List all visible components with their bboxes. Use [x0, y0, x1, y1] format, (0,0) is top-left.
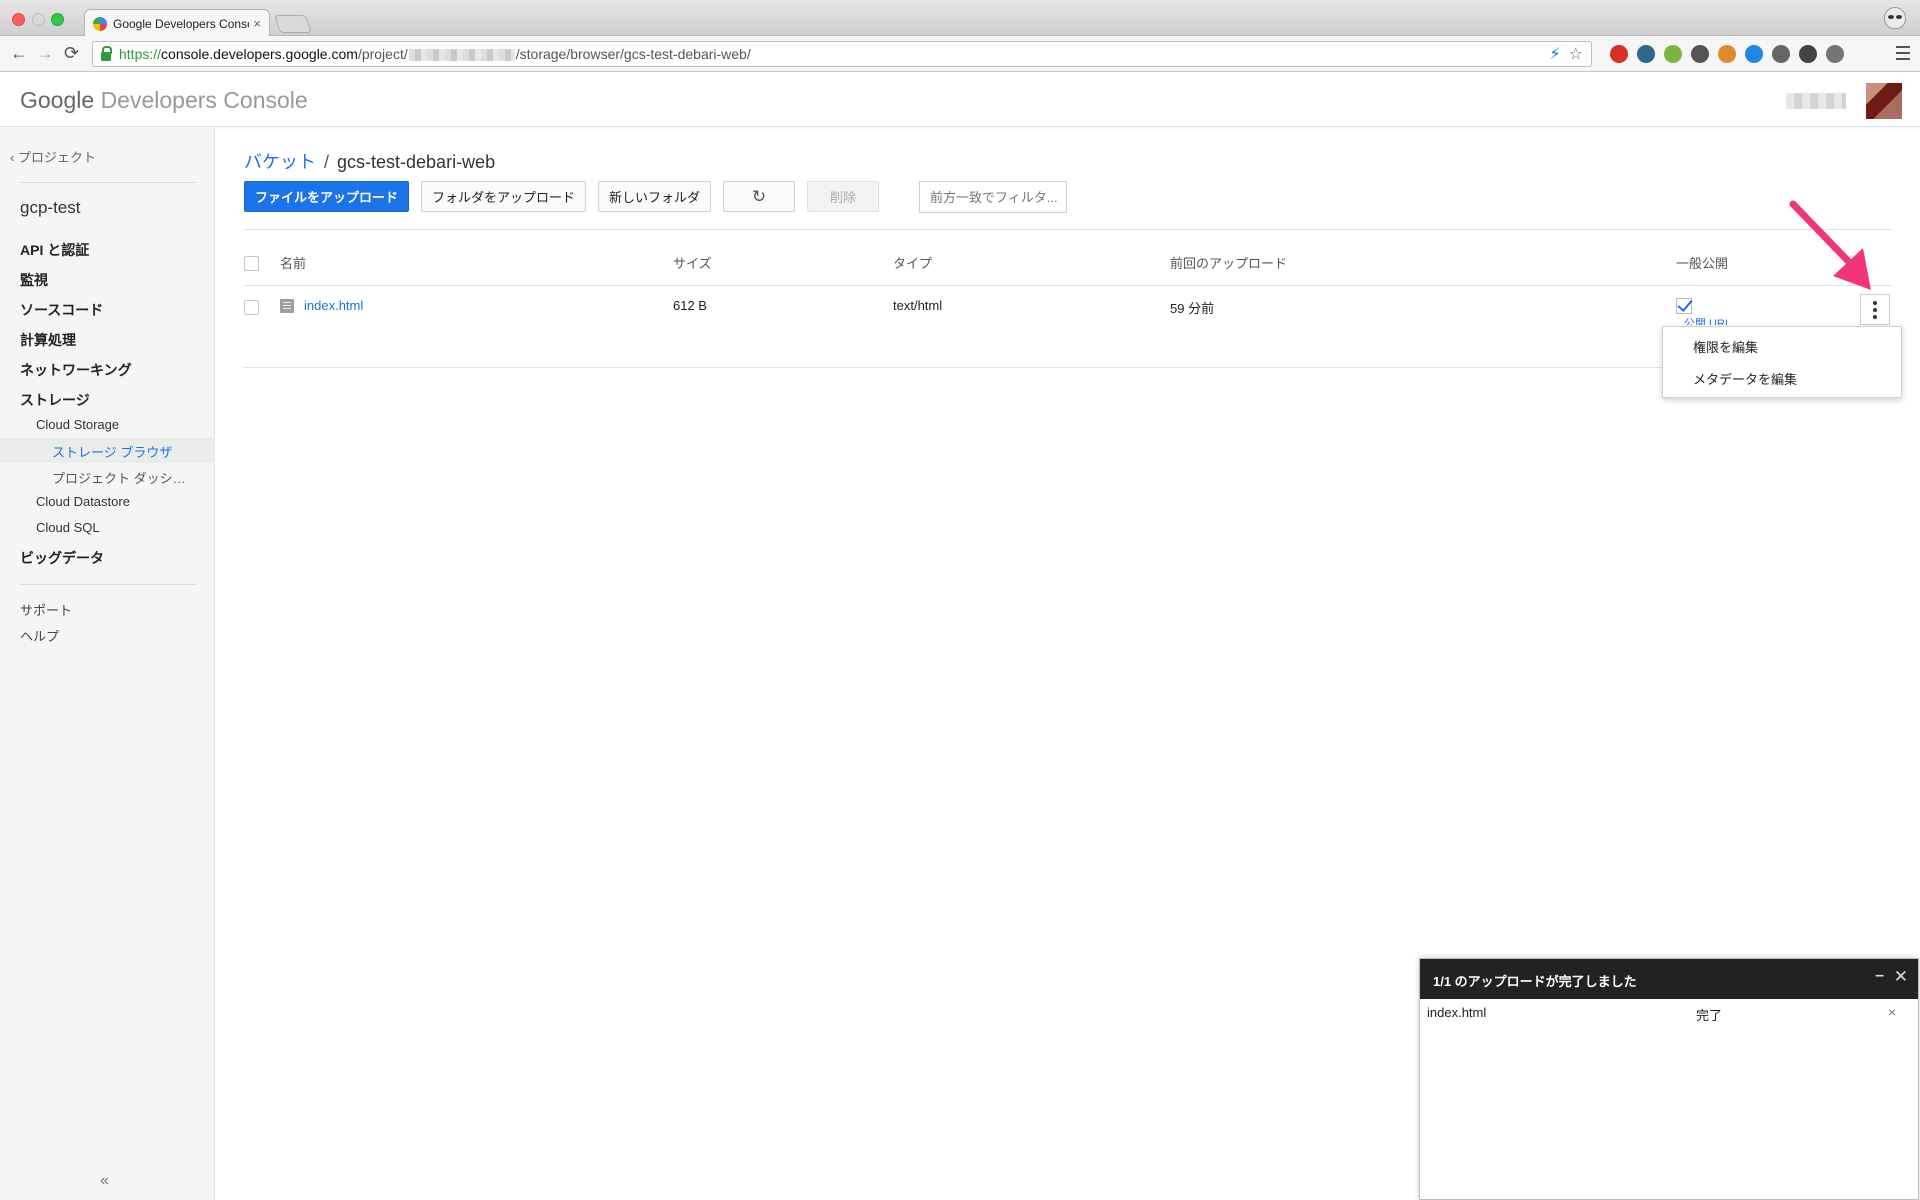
sidebar-item-storage[interactable]: ストレージ: [20, 390, 90, 410]
browser-extension-icon[interactable]: [1826, 45, 1844, 63]
column-header-public: 一般公開: [1676, 256, 1729, 271]
refresh-icon[interactable]: ↻: [723, 181, 795, 212]
browser-tab-strip: Google Developers Console ×: [0, 0, 1920, 37]
browser-extension-icon[interactable]: [1691, 45, 1709, 63]
extension-icons: [1610, 45, 1844, 63]
avatar[interactable]: [1866, 83, 1902, 119]
upload-file-name: index.html: [1427, 1005, 1487, 1020]
browser-tab[interactable]: Google Developers Console ×: [84, 9, 270, 37]
browser-extension-icon[interactable]: [1799, 45, 1817, 63]
profile-avatar-icon[interactable]: [1884, 7, 1906, 29]
sidebar-item-networking[interactable]: ネットワーキング: [20, 360, 132, 380]
upload-panel-header: 1/1 のアップロードが完了しました – ✕: [1420, 959, 1918, 999]
project-name[interactable]: gcp-test: [20, 198, 80, 218]
menu-item-edit-permissions[interactable]: 権限を編集: [1693, 337, 1758, 356]
account-area[interactable]: [1786, 83, 1902, 119]
browser-extension-icon[interactable]: [1637, 45, 1655, 63]
favicon-icon: [93, 16, 107, 31]
divider: [244, 229, 1892, 230]
menu-item-edit-metadata[interactable]: メタデータを編集: [1693, 369, 1797, 388]
divider: [244, 285, 1892, 286]
window-close-button[interactable]: [12, 13, 25, 26]
row-more-options-icon[interactable]: [1860, 294, 1890, 325]
annotation-arrow-icon: [1789, 200, 1871, 290]
divider: [20, 182, 196, 183]
select-all-checkbox[interactable]: [244, 256, 259, 271]
close-icon[interactable]: ✕: [1894, 967, 1908, 987]
sidebar-item-support[interactable]: サポート: [20, 600, 72, 619]
forward-icon[interactable]: →: [36, 44, 54, 62]
column-header-last-upload[interactable]: 前回のアップロード: [1170, 253, 1287, 272]
sidebar: ‹ プロジェクト gcp-test API と認証 監視 ソースコード 計算処理…: [0, 128, 215, 1200]
file-size: 612 B: [673, 298, 707, 313]
browser-menu-icon[interactable]: [1896, 46, 1910, 60]
app-header: Google Developers Console: [0, 73, 1920, 127]
sidebar-item-compute[interactable]: 計算処理: [20, 330, 76, 350]
file-last-upload: 59 分前: [1170, 301, 1215, 316]
bookmark-star-icon[interactable]: ☆: [1569, 44, 1583, 64]
breadcrumb-buckets-link[interactable]: バケット: [244, 152, 316, 172]
tab-title: Google Developers Console: [113, 16, 250, 31]
row-options-menu: 権限を編集 メタデータを編集: [1662, 326, 1902, 398]
remove-upload-icon[interactable]: ×: [1888, 1004, 1896, 1020]
sidebar-item-monitoring[interactable]: 監視: [20, 270, 48, 290]
sidebar-item-bigdata[interactable]: ビッグデータ: [20, 548, 104, 568]
file-name-link[interactable]: index.html: [304, 298, 363, 313]
lightning-icon[interactable]: ⚡: [1549, 44, 1560, 64]
breadcrumb-separator: /: [324, 152, 330, 172]
breadcrumb: バケット / gcs-test-debari-web: [244, 148, 495, 174]
browser-extension-icon[interactable]: [1718, 45, 1736, 63]
upload-panel-title: 1/1 のアップロードが完了しました: [1433, 974, 1637, 989]
upload-files-button[interactable]: ファイルをアップロード: [244, 181, 409, 212]
back-icon[interactable]: ←: [10, 44, 28, 62]
file-icon: [280, 299, 294, 313]
column-header-size[interactable]: サイズ: [673, 253, 712, 272]
sidebar-item-project-dashboard[interactable]: プロジェクト ダッシ…: [52, 468, 186, 487]
sidebar-item-help[interactable]: ヘルプ: [20, 626, 59, 645]
upload-file-status: 完了: [1696, 1008, 1723, 1023]
window-zoom-button[interactable]: [51, 13, 64, 26]
browser-extension-icon[interactable]: [1610, 45, 1628, 63]
tab-close-icon[interactable]: ×: [253, 16, 261, 31]
public-url-link[interactable]: 公開 URL: [1684, 317, 1731, 325]
row-checkbox[interactable]: [244, 300, 259, 315]
sidebar-item-source-code[interactable]: ソースコード: [20, 300, 103, 320]
file-type: text/html: [893, 298, 943, 313]
sidebar-item-cloud-sql[interactable]: Cloud SQL: [36, 520, 100, 535]
filter-input[interactable]: [919, 181, 1067, 213]
sidebar-item-storage-browser[interactable]: ストレージ ブラウザ: [52, 442, 172, 461]
breadcrumb-current: gcs-test-debari-web: [337, 152, 496, 172]
public-checkbox[interactable]: [1676, 298, 1692, 314]
browser-toolbar: ← → ⟳ https://console.developers.google.…: [0, 36, 1920, 72]
new-tab-button[interactable]: [274, 15, 312, 33]
sidebar-item-cloud-storage[interactable]: Cloud Storage: [36, 417, 119, 432]
console-logo[interactable]: Google Developers Console: [20, 87, 308, 114]
sidebar-item-api[interactable]: API と認証: [20, 240, 89, 260]
redacted-account-name: [1786, 93, 1846, 109]
address-bar[interactable]: https://console.developers.google.com/pr…: [92, 41, 1592, 67]
upload-status-panel: 1/1 のアップロードが完了しました – ✕: [1419, 958, 1919, 1200]
divider: [20, 584, 196, 585]
minimize-icon[interactable]: –: [1875, 967, 1884, 985]
browser-extension-icon[interactable]: [1745, 45, 1763, 63]
redacted-project-id: [408, 49, 515, 62]
delete-button[interactable]: 削除: [807, 181, 879, 212]
reload-icon[interactable]: ⟳: [64, 44, 79, 62]
divider: [244, 367, 1892, 368]
column-header-type[interactable]: タイプ: [893, 253, 932, 272]
upload-folder-button[interactable]: フォルダをアップロード: [421, 181, 586, 212]
sidebar-item-cloud-datastore[interactable]: Cloud Datastore: [36, 494, 130, 509]
new-folder-button[interactable]: 新しいフォルダ: [598, 181, 711, 212]
column-header-name[interactable]: 名前: [280, 253, 306, 272]
browser-extension-icon[interactable]: [1772, 45, 1790, 63]
window-minimize-button[interactable]: [32, 13, 45, 26]
url-text: https://console.developers.google.com/pr…: [119, 46, 751, 62]
browser-extension-icon[interactable]: [1664, 45, 1682, 63]
sidebar-back-to-projects[interactable]: ‹ プロジェクト: [10, 147, 96, 166]
lock-icon: [101, 45, 112, 61]
collapse-sidebar-icon[interactable]: «: [100, 1172, 109, 1190]
